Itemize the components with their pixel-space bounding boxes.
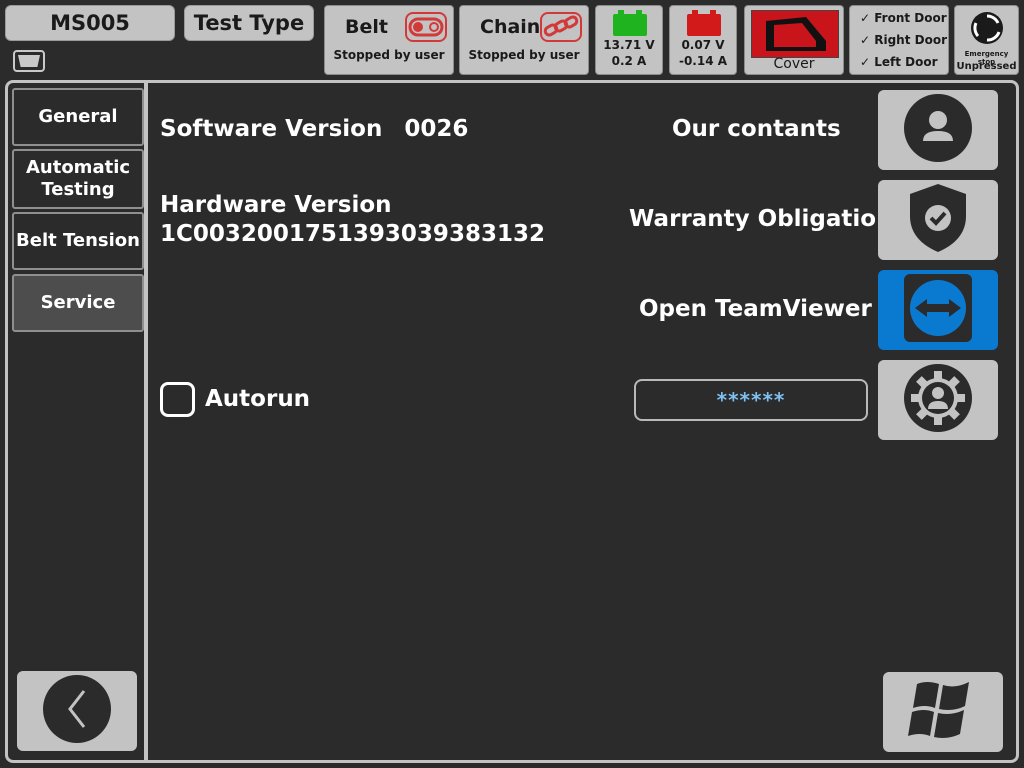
password-value: ****** [716,388,786,412]
sidebar-item-belt-tension[interactable]: Belt Tension [12,212,144,270]
back-button[interactable] [17,671,137,751]
machine-id-display[interactable]: MS005 [5,5,175,41]
user-icon [903,93,973,167]
shield-check-icon [906,182,970,258]
autorun-checkbox[interactable] [160,382,195,417]
hardware-version-label: Hardware Version [160,192,392,218]
chain-icon [540,12,582,42]
main-panel-frame [5,80,1019,763]
windows-logo-icon [903,674,983,750]
cover-icon [751,10,839,58]
right-door-status: ✓ Right Door [860,33,947,47]
sidebar-item-service[interactable]: Service [12,274,144,332]
sidebar-item-automatic-testing[interactable]: Automatic Testing [12,149,144,209]
teamviewer-button[interactable] [878,270,998,350]
sidebar-item-label: Service [40,292,116,313]
chevron-left-icon [42,674,112,748]
test-type-label: Test Type [193,11,305,35]
service-login-button[interactable] [878,360,998,440]
software-version-value: 0026 [404,116,469,142]
cover-label: Cover [773,56,815,72]
contacts-label: Our contants [672,116,841,142]
software-version-row: Software Version 0026 [160,116,468,142]
battery-1-voltage: 13.71 V [603,38,655,52]
test-type-button[interactable]: Test Type [184,5,314,41]
tray-icon[interactable] [13,50,45,72]
belt-status-card[interactable]: Belt Stopped by user [324,5,454,75]
teamviewer-label: Open TeamViewer [639,296,872,322]
software-version-label: Software Version [160,116,383,142]
cover-status-card[interactable]: Cover [744,5,844,75]
battery-green-icon [613,10,647,36]
chain-status: Stopped by user [468,48,580,62]
sidebar-item-label: Automatic Testing [25,157,131,200]
contacts-button[interactable] [878,90,998,170]
sidebar-item-label: Belt Tension [16,230,140,251]
teamviewer-icon [903,273,973,347]
hardware-version-value: 1C003200175139303938​3132 [160,221,545,247]
emergency-stop-state: Unpressed [956,61,1017,72]
battery-1-card: 13.71 V 0.2 A [595,5,663,75]
sidebar-divider [144,83,148,760]
sidebar-item-general[interactable]: General [12,88,144,146]
user-gear-icon [903,363,973,437]
chain-title: Chain [480,16,541,38]
front-door-status: ✓ Front Door [860,11,947,25]
belt-icon [405,12,447,42]
battery-2-voltage: 0.07 V [681,38,725,52]
doors-status-card: ✓ Front Door ✓ Right Door ✓ Left Door [849,5,949,75]
chain-status-card[interactable]: Chain Stopped by user [459,5,589,75]
battery-2-current: -0.14 A [678,54,728,68]
emergency-stop-card: Emergency stop Unpressed [954,5,1019,75]
belt-title: Belt [345,16,388,38]
emergency-stop-icon [969,10,1005,50]
battery-red-icon [687,10,721,36]
password-input[interactable]: ****** [634,379,868,421]
battery-1-current: 0.2 A [611,54,647,68]
belt-status: Stopped by user [333,48,445,62]
windows-button[interactable] [883,672,1003,752]
warranty-button[interactable] [878,180,998,260]
sidebar-item-label: General [38,106,118,127]
left-door-status: ✓ Left Door [860,55,938,69]
battery-2-card: 0.07 V -0.14 A [669,5,737,75]
autorun-label: Autorun [205,386,311,412]
machine-id-label: MS005 [50,11,130,35]
warranty-label: Warranty Obligation [629,206,893,232]
